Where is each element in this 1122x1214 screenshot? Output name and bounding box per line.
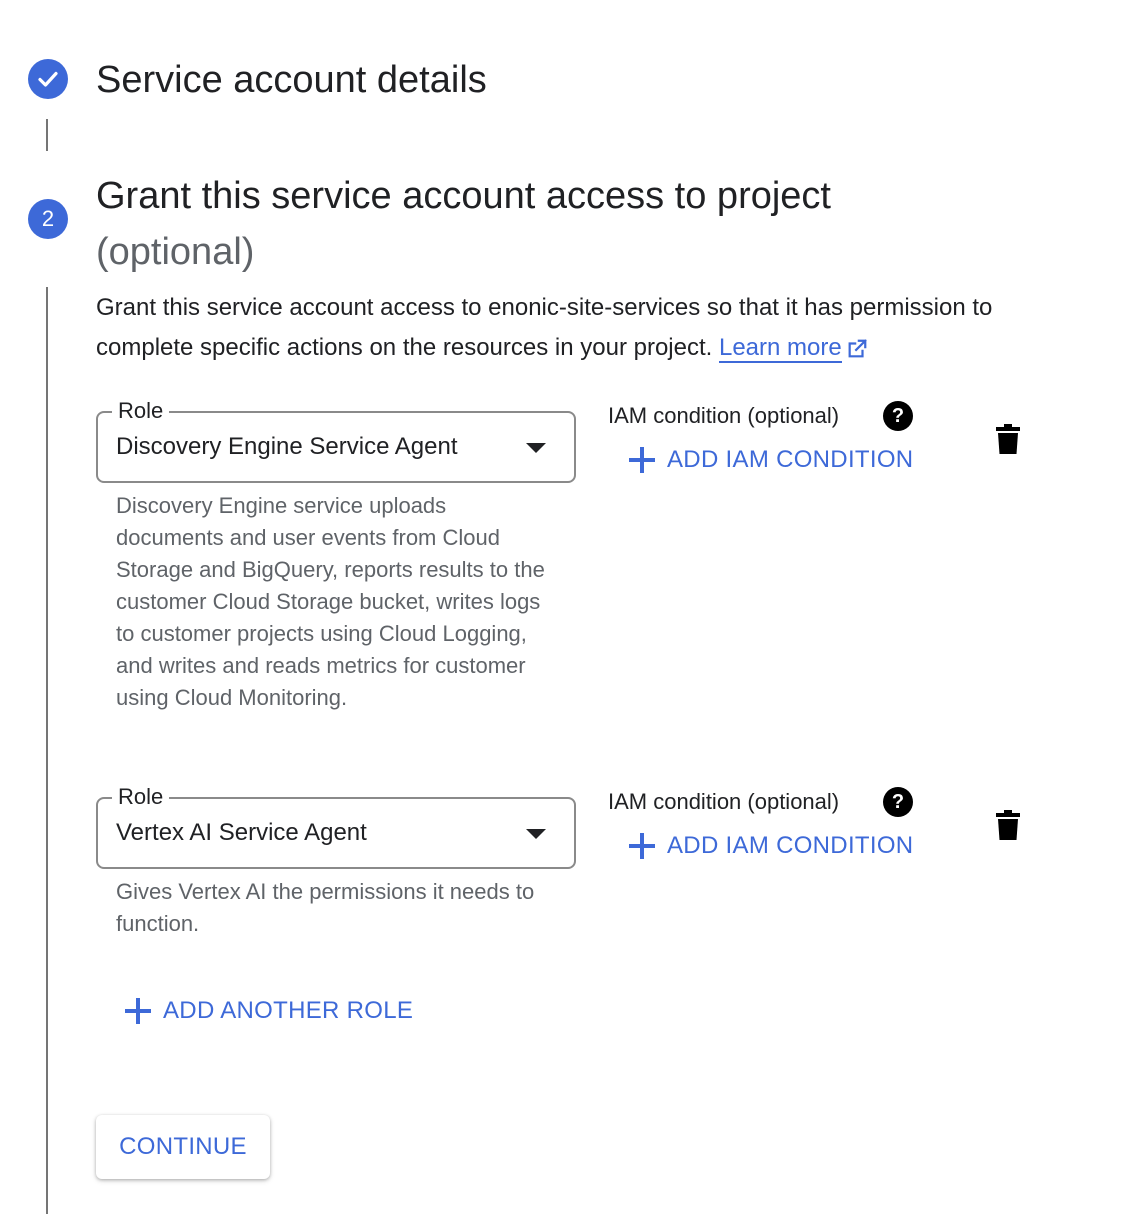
delete-role-1-icon[interactable] bbox=[996, 424, 1020, 454]
role-description-1: Discovery Engine service uploads documen… bbox=[116, 493, 545, 710]
stepper-line bbox=[46, 287, 48, 1214]
learn-more-label: Learn more bbox=[718, 334, 842, 361]
learn-more-link[interactable]: Learn more bbox=[718, 334, 842, 363]
role-select-1[interactable]: Role Discovery Engine Service Agent bbox=[96, 393, 576, 483]
dropdown-arrow-icon bbox=[526, 443, 546, 453]
step-2-number: 2 bbox=[28, 199, 68, 239]
delete-role-2-icon[interactable] bbox=[996, 810, 1020, 840]
step-2-title-text: Grant this service account access to pro… bbox=[96, 175, 831, 217]
step-2-title: Grant this service account access to pro… bbox=[96, 168, 1056, 280]
add-another-role-button[interactable]: ADD ANOTHER ROLE bbox=[125, 995, 413, 1027]
role-value: Discovery Engine Service Agent bbox=[116, 433, 458, 460]
add-another-role-label: ADD ANOTHER ROLE bbox=[163, 997, 414, 1024]
plus-icon bbox=[629, 833, 655, 859]
stepper-connector bbox=[46, 119, 48, 151]
step-1-title[interactable]: Service account details bbox=[96, 56, 487, 104]
iam-condition-label-1: IAM condition (optional) bbox=[608, 403, 840, 428]
add-iam-condition-label: ADD IAM CONDITION bbox=[667, 832, 914, 859]
role-value: Vertex AI Service Agent bbox=[116, 819, 367, 846]
add-iam-condition-label: ADD IAM CONDITION bbox=[667, 446, 914, 473]
step-complete-indicator bbox=[28, 59, 68, 99]
iam-condition-label-2: IAM condition (optional) bbox=[608, 789, 840, 814]
help-icon[interactable]: ? bbox=[883, 401, 913, 431]
role-select-2[interactable]: Role Vertex AI Service Agent bbox=[96, 779, 576, 869]
role-label: Role bbox=[112, 779, 170, 815]
check-icon bbox=[38, 71, 58, 87]
step-2-description: Grant this service account access to eno… bbox=[96, 288, 1086, 368]
plus-icon bbox=[125, 998, 151, 1024]
continue-button[interactable]: CONTINUE bbox=[96, 1115, 270, 1179]
add-iam-condition-button-1[interactable]: ADD IAM CONDITION bbox=[629, 444, 913, 476]
step-2-optional-tag: (optional) bbox=[96, 231, 255, 273]
add-iam-condition-button-2[interactable]: ADD IAM CONDITION bbox=[629, 830, 913, 862]
plus-icon bbox=[629, 447, 655, 473]
role-description-2: Gives Vertex AI the permissions it needs… bbox=[116, 879, 535, 936]
dropdown-arrow-icon bbox=[526, 829, 546, 839]
external-link-icon bbox=[848, 338, 867, 358]
role-label: Role bbox=[112, 393, 170, 429]
help-icon[interactable]: ? bbox=[883, 787, 913, 817]
